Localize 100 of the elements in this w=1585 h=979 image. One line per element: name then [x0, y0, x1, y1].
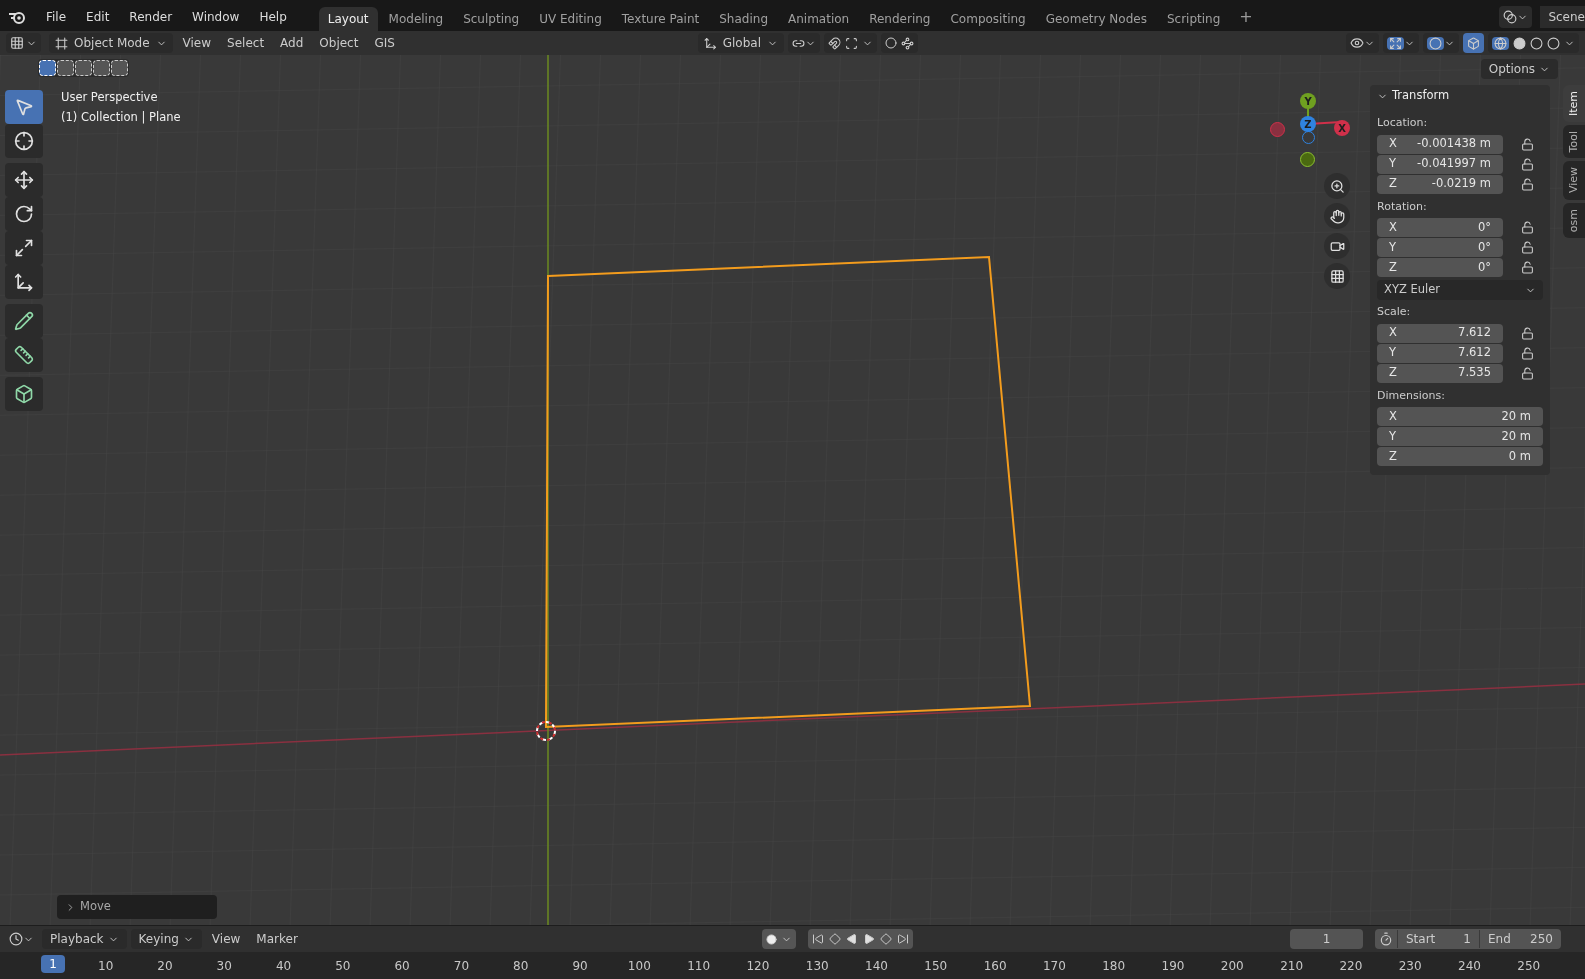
number-field[interactable]: Y 7.612: [1377, 343, 1503, 363]
sidebar-tab[interactable]: Item: [1563, 85, 1585, 123]
frame-number: 50: [334, 957, 352, 975]
number-field[interactable]: X -0.001438 m: [1377, 134, 1503, 154]
play-reverse-icon[interactable]: [845, 933, 858, 945]
selection-mode-icon[interactable]: [111, 60, 128, 76]
tool-button[interactable]: [5, 163, 43, 197]
jump-start-icon[interactable]: [811, 933, 824, 945]
unlock-icon[interactable]: [1521, 326, 1534, 340]
next-keyframe-icon[interactable]: [879, 933, 892, 945]
xray-icon[interactable]: [1467, 36, 1480, 50]
unlock-icon[interactable]: [1521, 137, 1534, 151]
orientation-dropdown[interactable]: Global: [697, 33, 784, 53]
menu-item[interactable]: File: [38, 8, 75, 26]
number-field[interactable]: Y -0.041997 m: [1377, 154, 1503, 174]
add-workspace-button[interactable]: +: [1231, 5, 1261, 29]
scene-field[interactable]: Scene: [1540, 6, 1585, 28]
header-menu[interactable]: Add: [274, 34, 310, 52]
section-label: Dimensions:: [1377, 387, 1446, 404]
scene-icon[interactable]: [1503, 10, 1518, 24]
unlock-icon[interactable]: [1521, 221, 1534, 234]
workspace-tab[interactable]: Sculpting: [454, 7, 529, 31]
number-field[interactable]: Z -0.0219 m: [1377, 174, 1503, 194]
header-menu[interactable]: Object: [313, 34, 365, 52]
workspace-tab[interactable]: Animation: [779, 7, 859, 31]
workspace-tab[interactable]: Modeling: [379, 7, 453, 31]
sidebar-tab[interactable]: Tool: [1563, 125, 1585, 159]
axis-label: X: [1389, 407, 1397, 425]
field-value: 7.535: [1458, 364, 1491, 382]
stopwatch-icon[interactable]: [1379, 932, 1393, 946]
solid-shading-icon[interactable]: [1513, 36, 1526, 50]
sidebar-tab[interactable]: View: [1563, 161, 1585, 200]
header-menu[interactable]: Select: [221, 34, 271, 52]
sidebar-tab[interactable]: osm: [1563, 202, 1585, 238]
workspace-tab[interactable]: Texture Paint: [612, 7, 709, 31]
tool-button[interactable]: [5, 338, 43, 372]
field-label: End: [1488, 931, 1511, 948]
menu-item[interactable]: Edit: [78, 8, 118, 26]
tool-button[interactable]: [5, 304, 43, 338]
previous-keyframe-icon[interactable]: [828, 933, 841, 945]
unlock-icon[interactable]: [1521, 261, 1534, 274]
options-dropdown[interactable]: Options: [1480, 59, 1558, 79]
number-field[interactable]: Z 7.535: [1377, 363, 1503, 383]
start-frame-field[interactable]: Start 1: [1397, 930, 1479, 948]
number-field[interactable]: Y 0°: [1377, 238, 1503, 257]
last-operator-panel[interactable]: Move: [57, 895, 217, 919]
timeline-dropdown[interactable]: Playback: [42, 929, 127, 949]
number-field[interactable]: Y 20 m: [1377, 427, 1543, 446]
selection-mode-icon[interactable]: [93, 60, 110, 76]
number-field[interactable]: X 20 m: [1377, 407, 1543, 426]
panel-title[interactable]: Transform: [1392, 87, 1450, 105]
frame-number: 60: [393, 957, 411, 975]
unlock-icon[interactable]: [1521, 346, 1534, 360]
unlock-icon[interactable]: [1521, 241, 1534, 254]
workspace-tab[interactable]: Compositing: [941, 7, 1035, 31]
timeline-dropdown[interactable]: Keying: [130, 929, 202, 949]
workspace-tab[interactable]: Layout: [318, 7, 378, 31]
section-label: Scale:: [1377, 304, 1412, 320]
scale-icon: [14, 238, 34, 258]
selection-mode-icon[interactable]: [75, 60, 92, 76]
workspace-tab[interactable]: UV Editing: [530, 7, 611, 31]
menu-item[interactable]: Render: [121, 8, 181, 26]
end-frame-field[interactable]: End 250: [1479, 930, 1561, 948]
3d-cursor-icon[interactable]: [536, 721, 556, 741]
visibility-icon[interactable]: [1350, 36, 1364, 50]
timeline-menu[interactable]: Marker: [250, 930, 304, 948]
editor-type-icon[interactable]: [9, 932, 23, 946]
tool-button[interactable]: [5, 124, 43, 158]
header-menu[interactable]: View: [176, 34, 218, 52]
rotation-mode-dropdown[interactable]: XYZ Euler: [1377, 280, 1543, 300]
workspace-tab[interactable]: Shading: [710, 7, 777, 31]
workspace-tab[interactable]: Geometry Nodes: [1036, 7, 1156, 31]
field-value: -0.001438 m: [1417, 135, 1491, 153]
tool-button[interactable]: [5, 377, 43, 411]
play-icon[interactable]: [862, 933, 875, 945]
menu-item[interactable]: Help: [251, 8, 295, 26]
jump-end-icon[interactable]: [896, 933, 909, 945]
timeline-menu[interactable]: View: [205, 930, 247, 948]
wireframe-icon[interactable]: [1494, 36, 1507, 50]
number-field[interactable]: Z 0 m: [1377, 447, 1543, 466]
number-field[interactable]: X 0°: [1377, 218, 1503, 237]
unlock-icon[interactable]: [1521, 157, 1534, 171]
number-field[interactable]: X 7.612: [1377, 323, 1503, 343]
unlock-icon[interactable]: [1521, 366, 1534, 380]
app-logo-icon[interactable]: [8, 9, 26, 25]
snap-icon[interactable]: [828, 36, 841, 50]
current-frame-field[interactable]: 1: [1290, 929, 1363, 949]
number-field[interactable]: Z 0°: [1377, 258, 1503, 277]
tool-button[interactable]: [5, 265, 43, 299]
menu-item[interactable]: Window: [184, 8, 248, 26]
frame-number: 200: [1219, 957, 1245, 975]
playhead[interactable]: 1: [41, 955, 65, 973]
mode-dropdown[interactable]: Object Mode: [49, 33, 173, 53]
workspace-tab[interactable]: Scripting: [1157, 7, 1230, 31]
selection-mode-icon[interactable]: [57, 60, 74, 76]
workspace-tab[interactable]: Rendering: [860, 7, 940, 31]
unlock-icon[interactable]: [1521, 177, 1534, 191]
record-icon[interactable]: [765, 933, 777, 945]
header-menu[interactable]: GIS: [368, 34, 401, 52]
editor-type-icon[interactable]: [10, 36, 24, 50]
